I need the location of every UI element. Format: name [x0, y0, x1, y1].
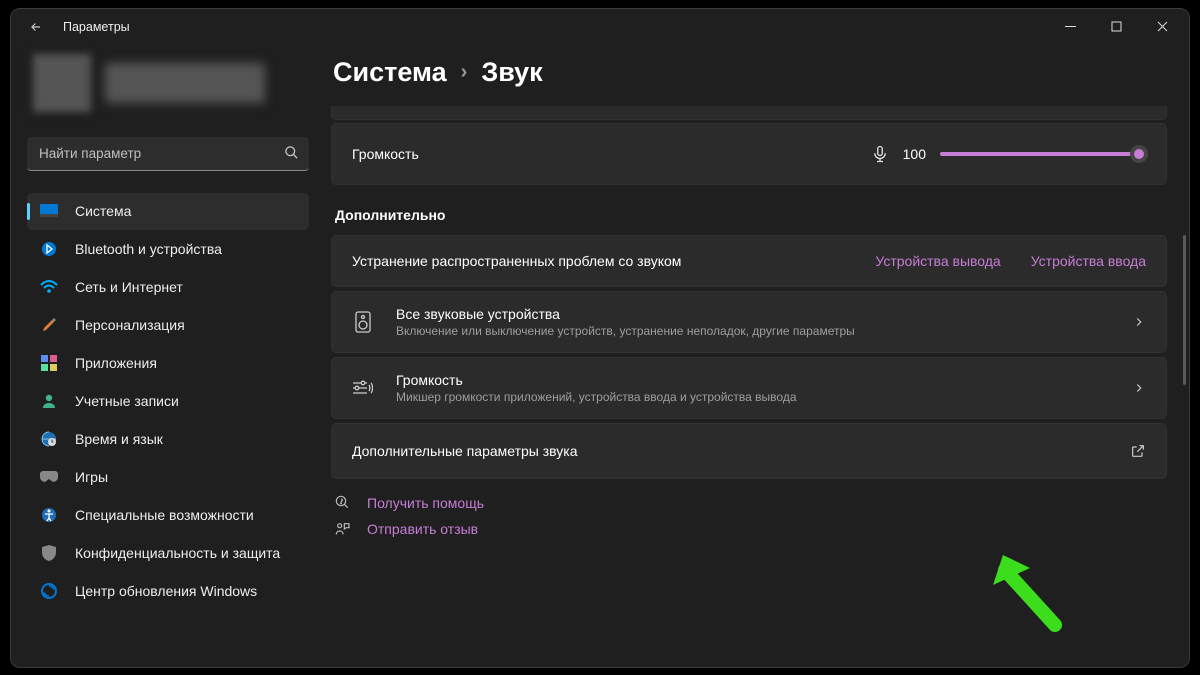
maximize-button[interactable] — [1093, 11, 1139, 43]
sidebar-item-gaming[interactable]: Игры — [27, 459, 309, 496]
all-sound-devices-row[interactable]: Все звуковые устройства Включение или вы… — [331, 291, 1167, 353]
main-content: Система › Звук Громкость 100 Дополнитель… — [321, 45, 1189, 667]
chevron-right-icon — [1132, 381, 1146, 395]
sidebar-item-label: Система — [75, 203, 131, 219]
microphone-icon[interactable] — [871, 145, 889, 163]
back-button[interactable] — [25, 16, 47, 38]
mixer-icon — [352, 380, 374, 396]
breadcrumb-parent[interactable]: Система — [333, 57, 447, 88]
profile-name-blurred — [105, 63, 265, 103]
get-help-link[interactable]: Получить помощь — [335, 495, 1167, 511]
more-sound-settings-row[interactable]: Дополнительные параметры звука — [331, 423, 1167, 479]
row-subtitle: Включение или выключение устройств, устр… — [396, 324, 855, 338]
help-links: Получить помощь Отправить отзыв — [331, 495, 1167, 537]
scrollbar[interactable] — [1183, 235, 1186, 385]
titlebar: Параметры — [11, 9, 1189, 45]
troubleshoot-label: Устранение распространенных проблем со з… — [352, 253, 681, 269]
volume-row: Громкость 100 — [331, 123, 1167, 185]
row-title: Громкость — [396, 372, 797, 388]
sidebar-item-bluetooth[interactable]: Bluetooth и устройства — [27, 231, 309, 268]
row-title: Дополнительные параметры звука — [352, 443, 578, 459]
sidebar-item-apps[interactable]: Приложения — [27, 345, 309, 382]
sidebar-item-network[interactable]: Сеть и Интернет — [27, 269, 309, 306]
link-label: Получить помощь — [367, 495, 484, 511]
sidebar-item-label: Сеть и Интернет — [75, 279, 183, 295]
sidebar-item-label: Специальные возможности — [75, 507, 254, 523]
volume-slider[interactable] — [940, 152, 1146, 156]
sidebar-item-system[interactable]: Система — [27, 193, 309, 230]
sidebar-item-label: Центр обновления Windows — [75, 583, 257, 599]
sidebar-item-accessibility[interactable]: Специальные возможности — [27, 497, 309, 534]
sidebar-item-label: Приложения — [75, 355, 157, 371]
settings-window: Параметры Система — [10, 8, 1190, 668]
section-additional: Дополнительно — [335, 207, 1167, 223]
sidebar-item-label: Персонализация — [75, 317, 185, 333]
output-devices-link[interactable]: Устройства вывода — [875, 253, 1000, 269]
sidebar-item-label: Учетные записи — [75, 393, 179, 409]
open-external-icon — [1130, 443, 1146, 459]
apps-icon — [39, 353, 59, 373]
close-button[interactable] — [1139, 11, 1185, 43]
volume-value: 100 — [903, 146, 926, 162]
chevron-right-icon — [1132, 315, 1146, 329]
row-title: Все звуковые устройства — [396, 306, 855, 322]
arrow-annotation — [985, 545, 1075, 635]
help-icon — [335, 495, 353, 511]
globe-clock-icon — [39, 429, 59, 449]
sidebar-item-label: Время и язык — [75, 431, 163, 447]
sidebar: Система Bluetooth и устройства Сеть и Ин… — [11, 45, 321, 667]
breadcrumb: Система › Звук — [331, 57, 1167, 88]
bluetooth-icon — [39, 239, 59, 259]
sidebar-item-windows-update[interactable]: Центр обновления Windows — [27, 573, 309, 610]
sidebar-item-accounts[interactable]: Учетные записи — [27, 383, 309, 420]
partial-card-stub — [331, 106, 1167, 120]
accessibility-icon — [39, 505, 59, 525]
volume-label: Громкость — [352, 146, 419, 162]
feedback-icon — [335, 521, 353, 537]
person-icon — [39, 391, 59, 411]
chevron-right-icon: › — [461, 61, 468, 84]
profile-area[interactable] — [27, 51, 309, 115]
feedback-link[interactable]: Отправить отзыв — [335, 521, 1167, 537]
volume-mixer-row[interactable]: Громкость Микшер громкости приложений, у… — [331, 357, 1167, 419]
window-title: Параметры — [63, 20, 130, 34]
minimize-button[interactable] — [1047, 11, 1093, 43]
sidebar-item-personalization[interactable]: Персонализация — [27, 307, 309, 344]
monitor-icon — [39, 201, 59, 221]
sidebar-item-label: Конфиденциальность и защита — [75, 545, 280, 561]
sidebar-item-privacy[interactable]: Конфиденциальность и защита — [27, 535, 309, 572]
avatar — [33, 54, 91, 112]
paintbrush-icon — [39, 315, 59, 335]
sidebar-item-time-language[interactable]: Время и язык — [27, 421, 309, 458]
sidebar-item-label: Bluetooth и устройства — [75, 241, 222, 257]
search-input[interactable] — [27, 137, 309, 171]
speaker-icon — [352, 311, 374, 333]
slider-thumb[interactable] — [1130, 145, 1148, 163]
troubleshoot-row: Устранение распространенных проблем со з… — [331, 235, 1167, 287]
nav-list: Система Bluetooth и устройства Сеть и Ин… — [27, 193, 309, 610]
gamepad-icon — [39, 467, 59, 487]
wifi-icon — [39, 277, 59, 297]
link-label: Отправить отзыв — [367, 521, 478, 537]
shield-icon — [39, 543, 59, 563]
input-devices-link[interactable]: Устройства ввода — [1031, 253, 1146, 269]
update-icon — [39, 581, 59, 601]
row-subtitle: Микшер громкости приложений, устройства … — [396, 390, 797, 404]
search-box[interactable] — [27, 137, 309, 171]
sidebar-item-label: Игры — [75, 469, 108, 485]
page-title: Звук — [481, 57, 542, 88]
